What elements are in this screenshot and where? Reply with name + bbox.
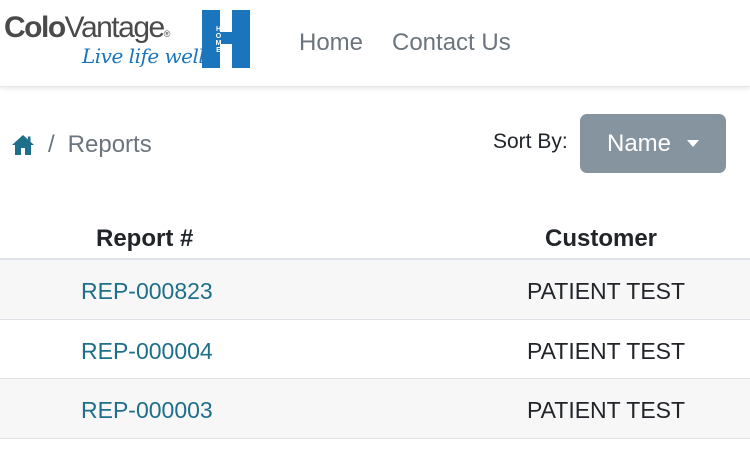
column-header-report-number[interactable]: Report # <box>96 225 193 253</box>
nav-link-contact-us[interactable]: Contact Us <box>392 28 511 58</box>
sort-by-label: Sort By: <box>493 130 568 153</box>
customer-cell: PATIENT TEST <box>527 397 686 423</box>
navbar: ColoVantage® Live life well. HOME Home C… <box>0 0 750 87</box>
sort-dropdown-button[interactable]: Name <box>580 114 726 173</box>
column-header-customer[interactable]: Customer <box>545 225 657 253</box>
home-icon[interactable] <box>11 134 35 156</box>
table-row: REP-000823 PATIENT TEST <box>0 260 750 320</box>
report-link[interactable]: REP-000003 <box>81 397 213 424</box>
customer-cell: PATIENT TEST <box>527 337 686 364</box>
table-header: Report # Customer <box>0 213 750 260</box>
logo-home-badge: HOME <box>215 26 222 54</box>
colovantage-logo[interactable]: ColoVantage® Live life well. HOME <box>4 8 252 74</box>
logo-name-light: Vantage <box>64 11 166 44</box>
table-row: REP-000003 PATIENT TEST <box>0 379 750 439</box>
reports-table: Report # Customer REP-000823 PATIENT TES… <box>0 213 750 439</box>
logo-registered-mark: ® <box>163 29 171 39</box>
report-link[interactable]: REP-000823 <box>81 278 213 305</box>
sort-selected-value: Name <box>606 129 672 157</box>
logo-name-bold: Colo <box>4 11 66 44</box>
nav-link-home[interactable]: Home <box>299 28 363 58</box>
breadcrumb-separator: / <box>48 131 55 158</box>
logo-wordmark: ColoVantage® <box>4 10 171 46</box>
breadcrumb: / Reports <box>11 128 152 162</box>
caret-down-icon <box>687 140 700 147</box>
report-link[interactable]: REP-000004 <box>81 338 213 365</box>
table-row: REP-000004 PATIENT TEST <box>0 320 750 379</box>
customer-cell: PATIENT TEST <box>527 278 686 304</box>
logo-tagline: Live life well. <box>82 44 211 68</box>
breadcrumb-current-page: Reports <box>67 131 152 158</box>
